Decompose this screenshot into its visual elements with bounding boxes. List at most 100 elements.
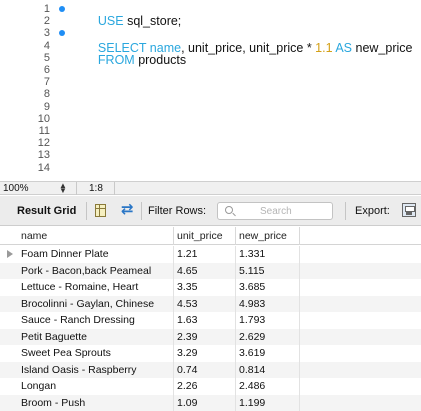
search-placeholder: Search xyxy=(260,206,292,217)
table-cell[interactable]: Petit Baguette xyxy=(18,328,174,345)
table-name: products xyxy=(134,53,187,67)
table-cell[interactable]: Island Oasis - Raspberry xyxy=(18,361,174,378)
gutter-row: 11 xyxy=(0,126,78,137)
table-cell[interactable]: 1.63 xyxy=(174,312,236,329)
table-row[interactable]: Foam Dinner Plate 1.21 1.331 xyxy=(0,246,421,263)
filter-rows-label: Filter Rows: xyxy=(148,205,207,217)
table-row[interactable]: Pork - Bacon,back Peameal 4.65 5.115 xyxy=(0,262,421,279)
result-toolbar: Result Grid ⇄ Filter Rows: Search Export… xyxy=(0,196,421,226)
statement-marker-icon[interactable] xyxy=(59,30,65,37)
toolbar-divider xyxy=(86,202,87,220)
database-name: sql_store; xyxy=(123,14,182,28)
keyword-from: FROM xyxy=(97,53,135,67)
table-cell[interactable]: 1.199 xyxy=(236,394,300,411)
table-cell[interactable]: 2.39 xyxy=(174,328,236,345)
table-cell[interactable]: 1.09 xyxy=(174,394,236,411)
toolbar-divider xyxy=(141,202,142,220)
number-literal: 1.1 xyxy=(315,41,333,55)
table-row[interactable]: Lettuce - Romaine, Heart 3.35 3.685 xyxy=(0,279,421,296)
line-number: 5 xyxy=(43,51,50,64)
line-number: 8 xyxy=(43,88,50,101)
table-cell[interactable]: 4.983 xyxy=(236,295,300,312)
table-cell[interactable]: 3.29 xyxy=(174,345,236,362)
toolbar-divider xyxy=(345,202,346,220)
cursor-position: 1:8 xyxy=(89,183,103,194)
grid-header-row: name unit_price new_price xyxy=(0,227,421,245)
table-cell[interactable]: Brocolinni - Gaylan, Chinese xyxy=(18,295,174,312)
sql-editor[interactable]: 1 2 3 4 5 6 7 8 9 10 11 12 13 14 USE sql_store; SELEC… xyxy=(0,0,421,181)
gutter-row: 3 xyxy=(0,28,78,39)
filter-search-input[interactable]: Search xyxy=(217,202,333,220)
gutter-row: 6 xyxy=(0,65,78,76)
line-number: 14 xyxy=(37,161,50,174)
keyword-as: AS xyxy=(332,41,353,55)
select-columns: , unit_price, unit_price * xyxy=(181,41,316,55)
zoom-level[interactable]: 100% xyxy=(3,183,29,194)
gutter-row: 5 xyxy=(0,53,78,64)
gutter-row: 14 xyxy=(0,161,78,174)
swap-arrows-icon[interactable]: ⇄ xyxy=(121,201,134,219)
line-number-gutter: 1 2 3 4 5 6 7 8 9 10 11 12 13 14 xyxy=(0,0,78,181)
status-divider xyxy=(76,182,77,195)
column-header-unit-price[interactable]: unit_price xyxy=(174,227,236,245)
column-header-new-price[interactable]: new_price xyxy=(236,227,300,245)
code-line-3[interactable]: SELECT name, unit_price, unit_price * 1.… xyxy=(84,30,413,55)
table-cell[interactable]: Pork - Bacon,back Peameal xyxy=(18,262,174,279)
gutter-row: 10 xyxy=(0,114,78,125)
table-cell[interactable]: 1.21 xyxy=(174,246,236,263)
table-row[interactable]: Broom - Push 1.09 1.199 xyxy=(0,394,421,411)
table-cell[interactable]: 3.619 xyxy=(236,345,300,362)
export-icon[interactable] xyxy=(402,203,416,217)
result-grid-tab[interactable]: Result Grid xyxy=(17,205,76,217)
table-cell[interactable]: Longan xyxy=(18,378,174,395)
table-cell[interactable]: 5.115 xyxy=(236,262,300,279)
table-cell[interactable]: 2.26 xyxy=(174,378,236,395)
keyword-use: USE xyxy=(97,14,124,28)
table-cell[interactable]: Foam Dinner Plate xyxy=(18,246,174,263)
table-cell[interactable]: 1.331 xyxy=(236,246,300,263)
line-number: 9 xyxy=(43,100,50,113)
table-cell[interactable]: Lettuce - Romaine, Heart xyxy=(18,279,174,296)
editor-status-bar: 100% ▲ ▼ 1:8 xyxy=(0,181,421,195)
line-number: 1 xyxy=(43,3,50,15)
zoom-stepper-icon[interactable]: ▲ ▼ xyxy=(58,182,68,195)
table-row[interactable]: Sauce - Ranch Dressing 1.63 1.793 xyxy=(0,312,421,329)
table-cell[interactable]: 4.65 xyxy=(174,262,236,279)
gutter-row: 7 xyxy=(0,77,78,88)
table-row[interactable]: Petit Baguette 2.39 2.629 xyxy=(0,328,421,345)
table-cell[interactable]: 2.486 xyxy=(236,378,300,395)
table-cell[interactable]: 4.53 xyxy=(174,295,236,312)
status-divider xyxy=(114,182,115,195)
statement-marker-icon[interactable] xyxy=(59,6,65,12)
export-label: Export: xyxy=(355,205,390,217)
table-row[interactable]: Island Oasis - Raspberry 0.74 0.814 xyxy=(0,361,421,378)
line-number: 4 xyxy=(43,39,50,52)
gutter-row: 8 xyxy=(0,89,78,100)
table-cell[interactable]: 3.685 xyxy=(236,279,300,296)
code-line-4[interactable]: FROM products xyxy=(84,42,186,67)
current-row-arrow-icon xyxy=(7,250,13,258)
table-row[interactable]: Brocolinni - Gaylan, Chinese 4.53 4.983 xyxy=(0,295,421,312)
result-grid: name unit_price new_price Foam Dinner Pl… xyxy=(0,227,421,411)
search-icon xyxy=(225,206,233,214)
table-cell[interactable]: Sauce - Ranch Dressing xyxy=(18,312,174,329)
table-cell[interactable]: 0.74 xyxy=(174,361,236,378)
gutter-row: 1 xyxy=(0,4,78,15)
line-number: 7 xyxy=(43,76,50,89)
table-cell[interactable]: 1.793 xyxy=(236,312,300,329)
table-cell[interactable]: 0.814 xyxy=(236,361,300,378)
gutter-row: 12 xyxy=(0,138,78,149)
grid-icon[interactable] xyxy=(95,204,106,217)
table-cell[interactable]: Sweet Pea Sprouts xyxy=(18,345,174,362)
table-cell[interactable]: Broom - Push xyxy=(18,394,174,411)
line-number: 10 xyxy=(37,112,50,125)
gutter-row: 4 xyxy=(0,39,78,52)
line-number: 12 xyxy=(37,137,50,150)
table-row[interactable]: Sweet Pea Sprouts 3.29 3.619 xyxy=(0,345,421,362)
table-cell[interactable]: 3.35 xyxy=(174,279,236,296)
table-row[interactable]: Longan 2.26 2.486 xyxy=(0,378,421,395)
code-line-1[interactable]: USE sql_store; xyxy=(84,3,181,28)
table-cell[interactable]: 2.629 xyxy=(236,328,300,345)
gutter-row: 9 xyxy=(0,100,78,113)
column-header-name[interactable]: name xyxy=(18,227,174,245)
